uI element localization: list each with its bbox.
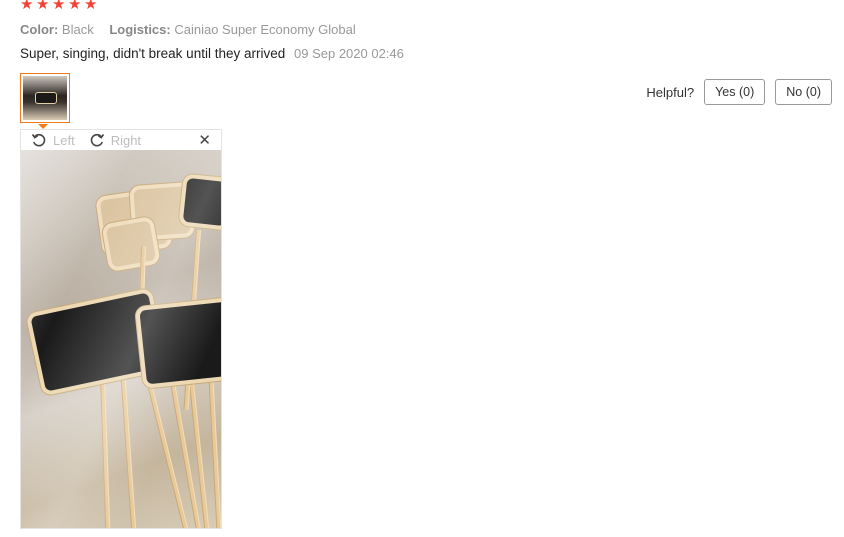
star-icon: ★ bbox=[20, 0, 34, 13]
helpful-section: Helpful? Yes (0) No (0) bbox=[646, 79, 832, 105]
review-meta: Color: Black Logistics: Cainiao Super Ec… bbox=[20, 22, 368, 37]
rotate-left-button[interactable]: Left bbox=[31, 132, 75, 148]
review-text: Super, singing, didn't break until they … bbox=[20, 46, 286, 61]
photo-pick bbox=[119, 354, 138, 528]
color-label: Color: bbox=[20, 22, 59, 37]
viewer-toolbar: Left Right ✕ bbox=[21, 130, 221, 150]
review-photo-thumbnail[interactable] bbox=[20, 73, 70, 123]
star-icon: ★ bbox=[68, 0, 82, 13]
thumbnail-image bbox=[23, 76, 67, 120]
photo-board bbox=[134, 297, 221, 389]
photo-board bbox=[101, 215, 161, 273]
helpful-yes-button[interactable]: Yes (0) bbox=[704, 79, 766, 105]
color-value: Black bbox=[61, 22, 94, 37]
review-photo-large bbox=[21, 150, 221, 528]
rotate-left-label: Left bbox=[53, 132, 75, 148]
logistics-value: Cainiao Super Economy Global bbox=[174, 22, 356, 37]
logistics-label: Logistics: bbox=[109, 22, 171, 37]
photo-viewer: Left Right ✕ bbox=[20, 129, 222, 529]
helpful-no-button[interactable]: No (0) bbox=[775, 79, 832, 105]
star-icon: ★ bbox=[84, 0, 98, 13]
rating-stars: ★ ★ ★ ★ ★ bbox=[20, 0, 98, 13]
review-body: Super, singing, didn't break until they … bbox=[20, 46, 404, 61]
star-icon: ★ bbox=[52, 0, 66, 13]
review-date: 09 Sep 2020 02:46 bbox=[294, 46, 404, 61]
photo-board bbox=[178, 173, 221, 231]
rotate-right-label: Right bbox=[110, 132, 142, 148]
close-icon[interactable]: ✕ bbox=[198, 131, 211, 149]
star-icon: ★ bbox=[36, 0, 50, 13]
rotate-right-icon bbox=[90, 133, 104, 147]
rotate-left-icon bbox=[31, 133, 46, 147]
helpful-label: Helpful? bbox=[646, 84, 695, 100]
rotate-right-button[interactable]: Right bbox=[89, 132, 141, 148]
